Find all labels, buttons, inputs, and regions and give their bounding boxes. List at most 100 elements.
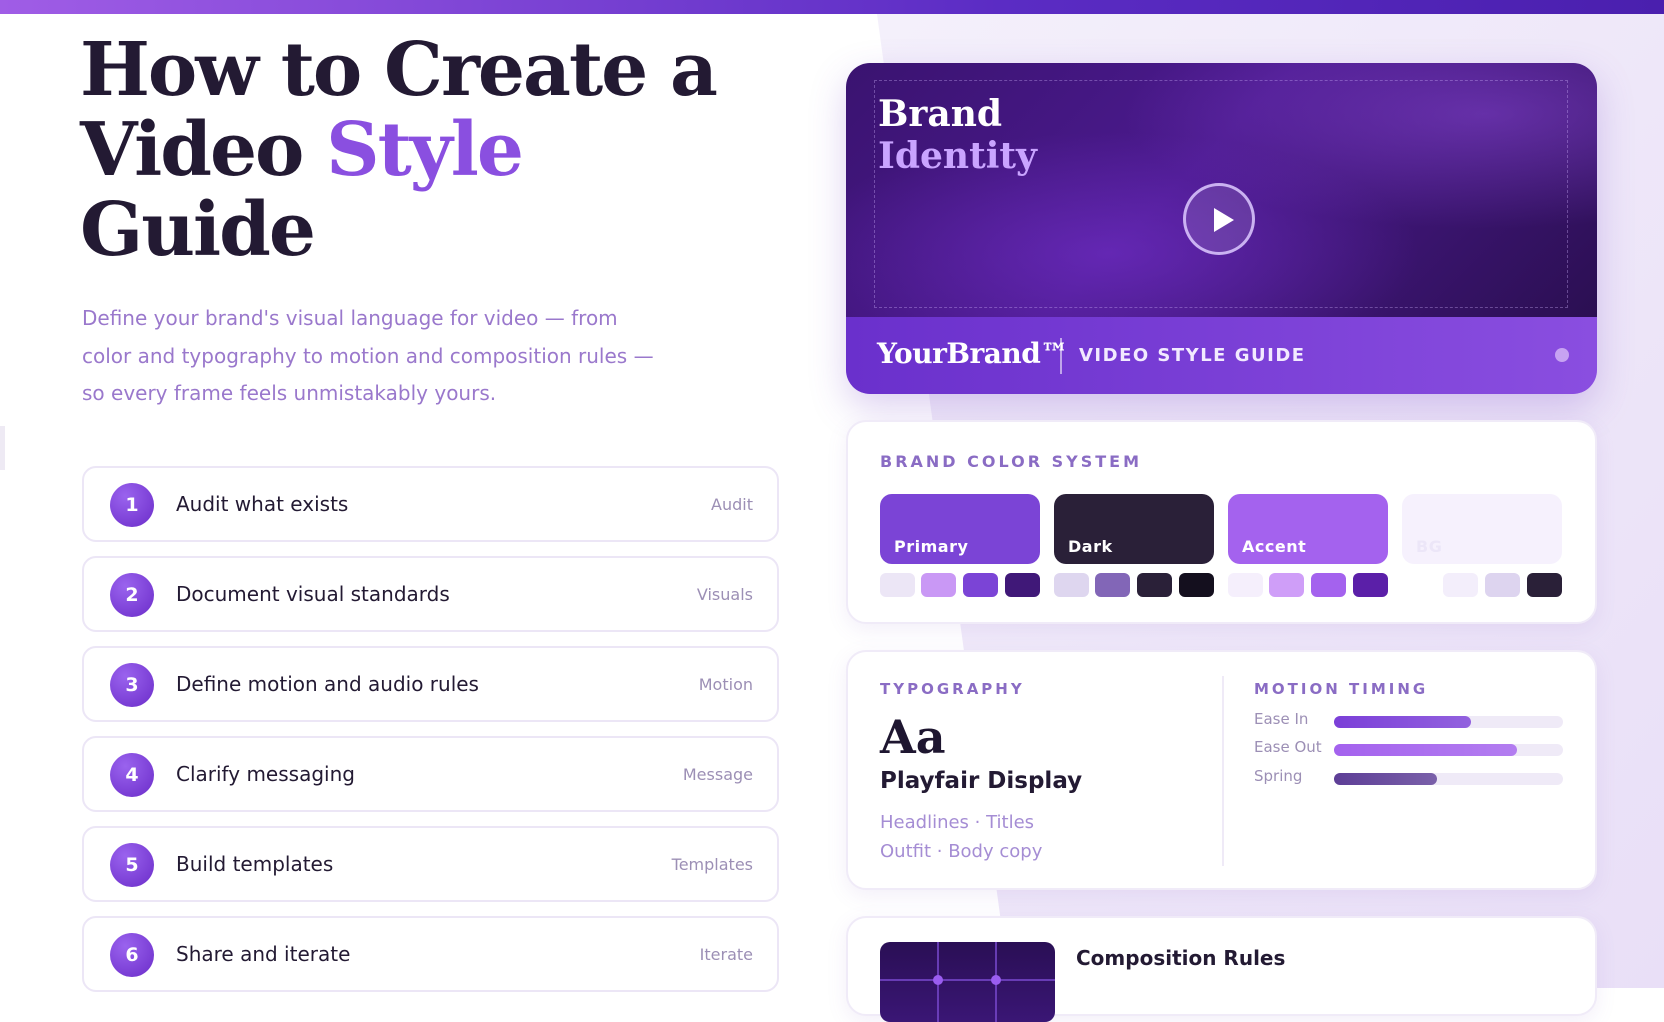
tint-chip[interactable] <box>1269 573 1304 597</box>
swatch-group: Accent <box>1228 494 1388 597</box>
tint-chip[interactable] <box>1353 573 1388 597</box>
motion-name: Spring <box>1254 767 1303 785</box>
step-title: Audit what exists <box>176 492 349 516</box>
step-title: Clarify messaging <box>176 762 355 786</box>
step-item-message[interactable]: 4 Clarify messaging Message <box>82 736 779 812</box>
swatch-group: BG <box>1402 494 1562 597</box>
step-item-motion[interactable]: 3 Define motion and audio rules Motion <box>82 646 779 722</box>
step-tag: Templates <box>671 855 753 874</box>
step-item-iterate[interactable]: 6 Share and iterate Iterate <box>82 916 779 992</box>
tint-chip[interactable] <box>1005 573 1040 597</box>
tint-chip[interactable] <box>880 573 915 597</box>
motion-name: Ease In <box>1254 710 1309 728</box>
tint-chip[interactable] <box>1527 573 1562 597</box>
step-tag: Visuals <box>696 585 753 604</box>
step-tag: Message <box>682 765 753 784</box>
tint-chip[interactable] <box>1228 573 1263 597</box>
status-dot <box>1555 348 1569 362</box>
tint-chip[interactable] <box>1054 573 1089 597</box>
typography-motion-panel: TYPOGRAPHY Aa Playfair Display Headlines… <box>846 650 1597 890</box>
swatch-name: Dark <box>1068 537 1113 556</box>
tint-row <box>1054 573 1214 597</box>
brand-bar: YourBrand™ VIDEO STYLE GUIDE <box>846 317 1597 394</box>
brand-color-panel: BRAND COLOR SYSTEM Primary Dark Accent BG <box>846 420 1597 624</box>
composition-title: Composition Rules <box>1076 946 1286 970</box>
video-preview-card: Brand Identity YourBrand™ VIDEO STYLE GU… <box>846 63 1597 394</box>
motion-row: Spring <box>1254 767 1564 787</box>
step-title: Share and iterate <box>176 942 351 966</box>
tint-chip[interactable] <box>921 573 956 597</box>
motion-label: MOTION TIMING <box>1254 680 1429 698</box>
tint-row <box>1402 573 1562 597</box>
swatch-group: Primary <box>880 494 1040 597</box>
brand-divider <box>1060 338 1062 374</box>
top-accent-bar <box>0 0 1664 14</box>
play-icon <box>1214 208 1234 232</box>
color-swatch[interactable]: Dark <box>1054 494 1214 564</box>
font-name: Playfair Display <box>880 768 1083 794</box>
swatch-name: Primary <box>894 537 969 556</box>
font-usage-body: Outfit · Body copy <box>880 841 1043 862</box>
motion-fill <box>1334 716 1471 728</box>
motion-fill <box>1334 773 1437 785</box>
tint-row <box>880 573 1040 597</box>
brand-subtitle: VIDEO STYLE GUIDE <box>1079 345 1306 366</box>
motion-fill <box>1334 744 1517 756</box>
step-number: 2 <box>110 573 154 617</box>
tint-chip[interactable] <box>1095 573 1130 597</box>
step-title: Build templates <box>176 852 334 876</box>
play-button[interactable] <box>1183 183 1255 255</box>
font-usage-headline: Headlines · Titles <box>880 812 1035 833</box>
tint-chip[interactable] <box>1485 573 1520 597</box>
step-number: 4 <box>110 753 154 797</box>
motion-name: Ease Out <box>1254 738 1322 756</box>
composition-thumbnail <box>880 942 1055 1022</box>
step-number: 6 <box>110 933 154 977</box>
swatch-name: BG <box>1416 537 1443 556</box>
step-number: 1 <box>110 483 154 527</box>
color-swatch[interactable]: Primary <box>880 494 1040 564</box>
panel-divider <box>1222 676 1224 866</box>
color-swatch[interactable]: BG <box>1402 494 1562 564</box>
section-label: BRAND COLOR SYSTEM <box>880 452 1142 471</box>
motion-track <box>1334 773 1563 785</box>
step-tag: Iterate <box>699 945 753 964</box>
title-accent-word: Style <box>326 107 524 193</box>
tint-chip[interactable] <box>1179 573 1214 597</box>
tint-chip[interactable] <box>1402 573 1437 597</box>
tint-chip[interactable] <box>963 573 998 597</box>
tint-chip[interactable] <box>1311 573 1346 597</box>
title-line-3: Guide <box>80 187 316 273</box>
steps-list: 1 Audit what exists Audit 2 Document vis… <box>82 466 779 1006</box>
type-sample: Aa <box>880 710 946 764</box>
typography-label: TYPOGRAPHY <box>880 680 1025 698</box>
motion-row: Ease In <box>1254 710 1564 730</box>
brand-logo: YourBrand™ <box>877 337 1068 370</box>
step-item-audit[interactable]: 1 Audit what exists Audit <box>82 466 779 542</box>
color-swatch[interactable]: Accent <box>1228 494 1388 564</box>
title-line-1: How to Create a <box>80 27 718 113</box>
tint-chip[interactable] <box>1137 573 1172 597</box>
step-title: Define motion and audio rules <box>176 672 479 696</box>
motion-track <box>1334 716 1563 728</box>
video-title-line-2: Identity <box>878 135 1037 177</box>
step-number: 5 <box>110 843 154 887</box>
step-number: 3 <box>110 663 154 707</box>
page-title: How to Create a Video Style Guide <box>80 30 780 270</box>
swatch-name: Accent <box>1242 537 1307 556</box>
composition-panel: Composition Rules <box>846 916 1597 1022</box>
step-item-visuals[interactable]: 2 Document visual standards Visuals <box>82 556 779 632</box>
step-title: Document visual standards <box>176 582 450 606</box>
motion-row: Ease Out <box>1254 738 1564 758</box>
title-line-2: Video <box>80 107 327 193</box>
video-title-line-1: Brand <box>878 93 1003 135</box>
video-frame-area: Brand Identity <box>846 63 1597 317</box>
motion-track <box>1334 744 1563 756</box>
page-subtitle: Define your brand's visual language for … <box>82 306 654 405</box>
step-tag: Audit <box>711 495 753 514</box>
step-item-templates[interactable]: 5 Build templates Templates <box>82 826 779 902</box>
tint-chip[interactable] <box>1443 573 1478 597</box>
swatch-group: Dark <box>1054 494 1214 597</box>
tint-row <box>1228 573 1388 597</box>
step-tag: Motion <box>698 675 753 694</box>
